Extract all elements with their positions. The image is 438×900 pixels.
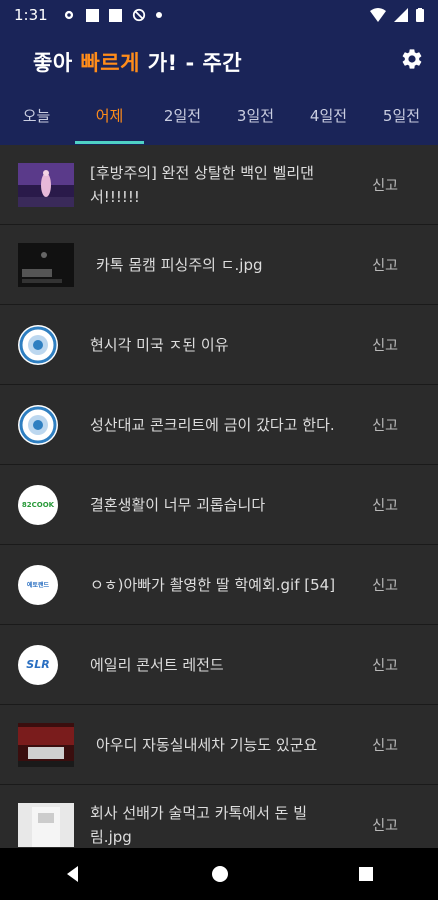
list-item[interactable]: 성산대교 콘크리트에 금이 갔다고 한다. 신고 (0, 385, 438, 465)
title-prefix: 좋아 (33, 51, 81, 75)
app-bar: 좋아 빠르게 가! - 주간 오늘 어제 2일전 3일전 4일전 5일전 (0, 30, 438, 145)
list-item[interactable]: 에토랜드 ㅇㅎ)아빠가 촬영한 딸 학예회.gif [54] 신고 (0, 545, 438, 625)
tab-2-days-ago[interactable]: 2일전 (146, 100, 219, 145)
list-item[interactable]: 현시각 미국 ㅈ된 이유 신고 (0, 305, 438, 385)
report-button[interactable]: 신고 (372, 335, 398, 355)
list-item[interactable]: 아우디 자동실내세차 기능도 있군요 신고 (0, 705, 438, 785)
post-title: ㅇㅎ)아빠가 촬영한 딸 학예회.gif [54] (90, 575, 336, 594)
report-button[interactable]: 신고 (372, 575, 398, 595)
post-title: 에일리 콘서트 레전드 (90, 655, 224, 674)
logo-text: 82COOK (21, 500, 55, 509)
date-tabs: 오늘 어제 2일전 3일전 4일전 5일전 (0, 100, 438, 145)
post-title: 카톡 몸캠 피싱주의 ㄷ.jpg (96, 255, 263, 274)
battery-icon (416, 8, 424, 22)
report-button[interactable]: 신고 (372, 495, 398, 515)
recents-icon[interactable] (358, 866, 374, 882)
site-logo-icon (18, 404, 58, 445)
post-title: 회사 선배가 술먹고 카톡에서 돈 빌림.jpg (90, 803, 308, 846)
report-button[interactable]: 신고 (372, 255, 398, 275)
post-title: 아우디 자동실내세차 기능도 있군요 (96, 735, 318, 754)
tab-3-days-ago[interactable]: 3일전 (219, 100, 292, 145)
title-suffix: 가! - 주간 (139, 51, 243, 75)
report-button[interactable]: 신고 (372, 415, 398, 435)
report-button[interactable]: 신고 (372, 735, 398, 755)
back-icon[interactable] (64, 865, 82, 883)
settings-status-icon (64, 10, 73, 20)
list-item[interactable]: [후방주의] 완전 상탈한 백인 벨리댄서!!!!!! 신고 (0, 145, 438, 225)
system-nav-bar (0, 848, 438, 900)
list-item[interactable]: 회사 선배가 술먹고 카톡에서 돈 빌림.jpg 신고 (0, 785, 438, 848)
home-icon[interactable] (211, 865, 229, 883)
post-thumbnail (18, 243, 74, 287)
site-logo-icon: 82COOK (18, 484, 58, 525)
report-button[interactable]: 신고 (372, 815, 398, 835)
tab-today[interactable]: 오늘 (0, 100, 73, 145)
list-item[interactable]: SLR 에일리 콘서트 레전드 신고 (0, 625, 438, 705)
report-button[interactable]: 신고 (372, 655, 398, 675)
wifi-icon (370, 8, 386, 22)
site-logo-icon: 에토랜드 (18, 564, 58, 605)
post-title: 현시각 미국 ㅈ된 이유 (90, 335, 229, 354)
post-thumbnail (18, 723, 74, 767)
post-title: [후방주의] 완전 상탈한 백인 벨리댄서!!!!!! (90, 163, 314, 206)
status-bar: 1:31 (0, 0, 438, 30)
site-logo-icon (18, 324, 58, 365)
gear-icon[interactable] (400, 47, 424, 71)
signal-icon (394, 8, 408, 22)
tab-4-days-ago[interactable]: 4일전 (292, 100, 365, 145)
post-thumbnail (18, 163, 74, 207)
page-title: 좋아 빠르게 가! - 주간 (33, 47, 242, 77)
notification-square-icon (108, 8, 122, 22)
notification-square-icon (85, 8, 99, 22)
blocked-icon (132, 8, 145, 22)
post-title: 성산대교 콘크리트에 금이 갔다고 한다. (90, 415, 335, 434)
post-list: [후방주의] 완전 상탈한 백인 벨리댄서!!!!!! 신고 카톡 몸캠 피싱주… (0, 145, 438, 848)
logo-text: 에토랜드 (26, 582, 50, 589)
logo-text: SLR (26, 658, 50, 671)
list-item[interactable]: 82COOK 결혼생활이 너무 괴롭습니다 신고 (0, 465, 438, 545)
title-accent: 빠르게 (80, 51, 140, 75)
tab-yesterday[interactable]: 어제 (73, 100, 146, 145)
status-time: 1:31 (14, 6, 48, 24)
dot-icon (155, 12, 162, 18)
tab-5-days-ago[interactable]: 5일전 (365, 100, 438, 145)
list-item[interactable]: 카톡 몸캠 피싱주의 ㄷ.jpg 신고 (0, 225, 438, 305)
post-thumbnail (18, 803, 74, 847)
post-title: 결혼생활이 너무 괴롭습니다 (90, 495, 266, 514)
site-logo-icon: SLR (18, 644, 58, 685)
report-button[interactable]: 신고 (372, 175, 398, 195)
